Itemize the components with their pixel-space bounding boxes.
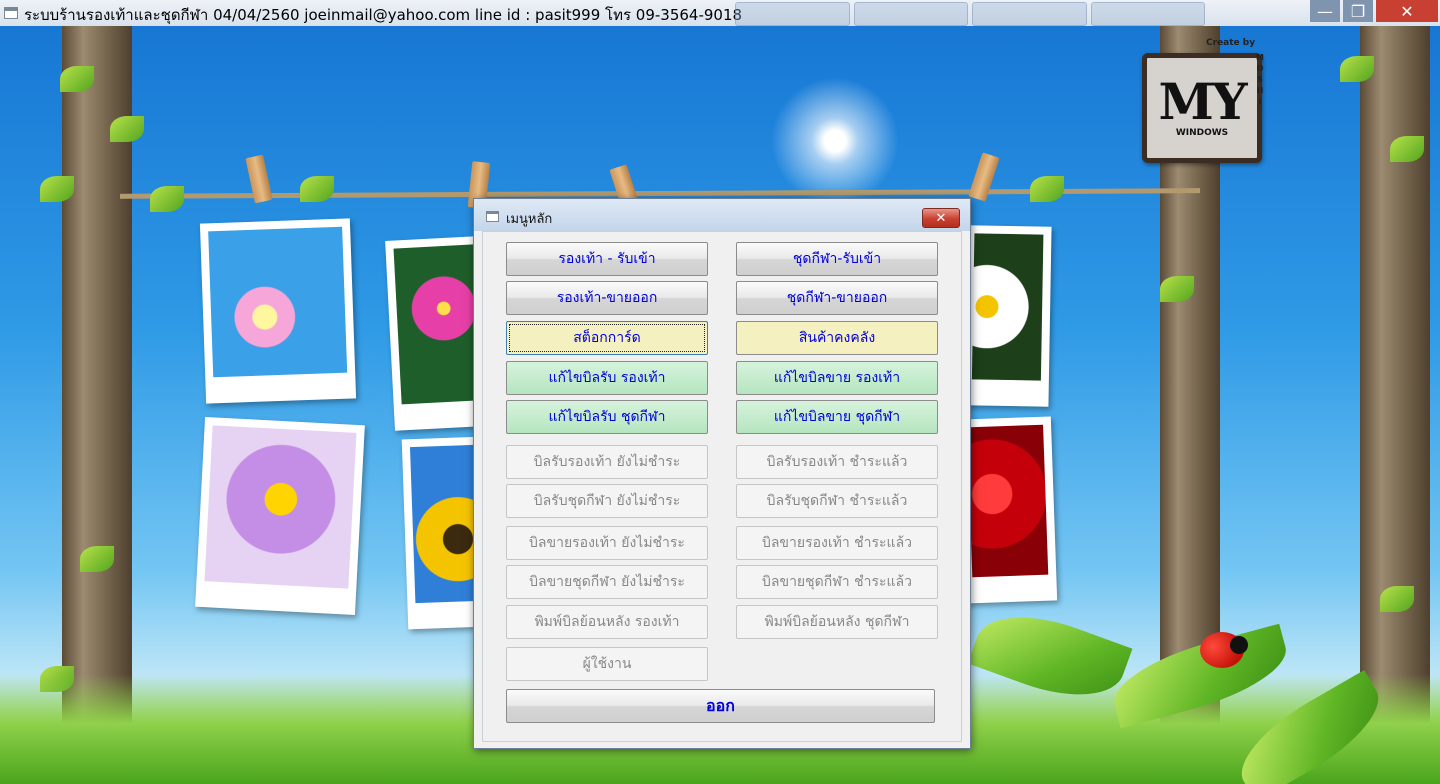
logo-sub-text: WINDOWS: [1175, 128, 1229, 138]
clothespin: [968, 152, 1000, 202]
photo-card-flowers: [199, 218, 357, 404]
stock-card-button[interactable]: สต็อกการ์ด: [506, 321, 708, 355]
ladybug: [1200, 632, 1248, 668]
sell-bill-shoes-unpaid-button[interactable]: บิลขายรองเท้า ยังไม่ชำระ: [506, 526, 708, 560]
dialog-close-button[interactable]: ✕: [922, 208, 960, 228]
dialog-body: รองเท้า - รับเข้า ชุดกีฬา-รับเข้า รองเท้…: [482, 231, 962, 742]
exit-button[interactable]: ออก: [506, 689, 935, 723]
ivy-leaf: [1380, 586, 1414, 612]
edit-sell-bill-shoes-button[interactable]: แก้ไขบิลขาย รองเท้า: [736, 361, 938, 395]
ivy-leaf: [300, 176, 334, 202]
window-titlebar[interactable]: ระบบร้านรองเท้าและชุดกีฬา 04/04/2560 joe…: [0, 0, 1440, 27]
photo-card-white-daisy: [963, 225, 1052, 407]
app-window-icon: [4, 7, 18, 19]
main-menu-dialog: เมนูหลัก ✕ รองเท้า - รับเข้า ชุดกีฬา-รับ…: [473, 198, 971, 749]
shoes-receive-button[interactable]: รองเท้า - รับเข้า: [506, 242, 708, 276]
logo-main-text: MY: [1158, 72, 1247, 131]
window-title: ระบบร้านรองเท้าและชุดกีฬา 04/04/2560 joe…: [24, 6, 743, 24]
maximize-button[interactable]: ❐: [1343, 0, 1373, 22]
taskbar-ghost-item: [972, 2, 1087, 26]
ivy-leaf: [40, 176, 74, 202]
users-button[interactable]: ผู้ใช้งาน: [506, 647, 708, 681]
taskbar-ghost-item: [853, 2, 968, 26]
minimize-button[interactable]: —: [1310, 0, 1340, 22]
sports-sell-button[interactable]: ชุดกีฬา-ขายออก: [736, 281, 938, 315]
inventory-button[interactable]: สินค้าคงคลัง: [736, 321, 938, 355]
photo-card-red-rose: [958, 416, 1058, 604]
reprint-bill-shoes-button[interactable]: พิมพ์บิลย้อนหลัง รองเท้า: [506, 605, 708, 639]
taskbar-ghost-item: [1090, 2, 1205, 26]
ivy-leaf: [80, 546, 114, 572]
ivy-leaf: [110, 116, 144, 142]
edit-sell-bill-sports-button[interactable]: แก้ไขบิลขาย ชุดกีฬา: [736, 400, 938, 434]
receive-bill-sports-paid-button[interactable]: บิลรับชุดกีฬา ชำระแล้ว: [736, 484, 938, 518]
background-taskbar-strip: [735, 2, 1205, 26]
receive-bill-shoes-paid-button[interactable]: บิลรับรองเท้า ชำระแล้ว: [736, 445, 938, 479]
dialog-window-icon: [486, 211, 499, 222]
dialog-titlebar[interactable]: เมนูหลัก ✕: [474, 199, 970, 231]
reprint-bill-sports-button[interactable]: พิมพ์บิลย้อนหลัง ชุดกีฬา: [736, 605, 938, 639]
photo-card-purple-aster: [195, 416, 365, 616]
shoes-sell-button[interactable]: รองเท้า-ขายออก: [506, 281, 708, 315]
logo-credit: Create by: [1206, 38, 1256, 48]
ivy-leaf: [1340, 56, 1374, 82]
window-close-button[interactable]: ✕: [1376, 0, 1438, 22]
ivy-leaf: [1030, 176, 1064, 202]
sell-bill-sports-paid-button[interactable]: บิลขายชุดกีฬา ชำระแล้ว: [736, 565, 938, 599]
ivy-leaf: [60, 66, 94, 92]
logo-side-text: MOSHI: [1256, 53, 1264, 106]
dialog-title: เมนูหลัก: [506, 212, 553, 227]
ivy-leaf: [1390, 136, 1424, 162]
ivy-leaf: [150, 186, 184, 212]
sports-receive-button[interactable]: ชุดกีฬา-รับเข้า: [736, 242, 938, 276]
sell-bill-sports-unpaid-button[interactable]: บิลขายชุดกีฬา ยังไม่ชำระ: [506, 565, 708, 599]
receive-bill-shoes-unpaid-button[interactable]: บิลรับรองเท้า ยังไม่ชำระ: [506, 445, 708, 479]
ivy-leaf: [1160, 276, 1194, 302]
edit-receive-bill-shoes-button[interactable]: แก้ไขบิลรับ รองเท้า: [506, 361, 708, 395]
sell-bill-shoes-paid-button[interactable]: บิลขายรองเท้า ชำระแล้ว: [736, 526, 938, 560]
taskbar-ghost-item: [735, 2, 850, 26]
receive-bill-sports-unpaid-button[interactable]: บิลรับชุดกีฬา ยังไม่ชำระ: [506, 484, 708, 518]
my-windows-logo: MY WINDOWS: [1142, 53, 1262, 163]
edit-receive-bill-sports-button[interactable]: แก้ไขบิลรับ ชุดกีฬา: [506, 400, 708, 434]
